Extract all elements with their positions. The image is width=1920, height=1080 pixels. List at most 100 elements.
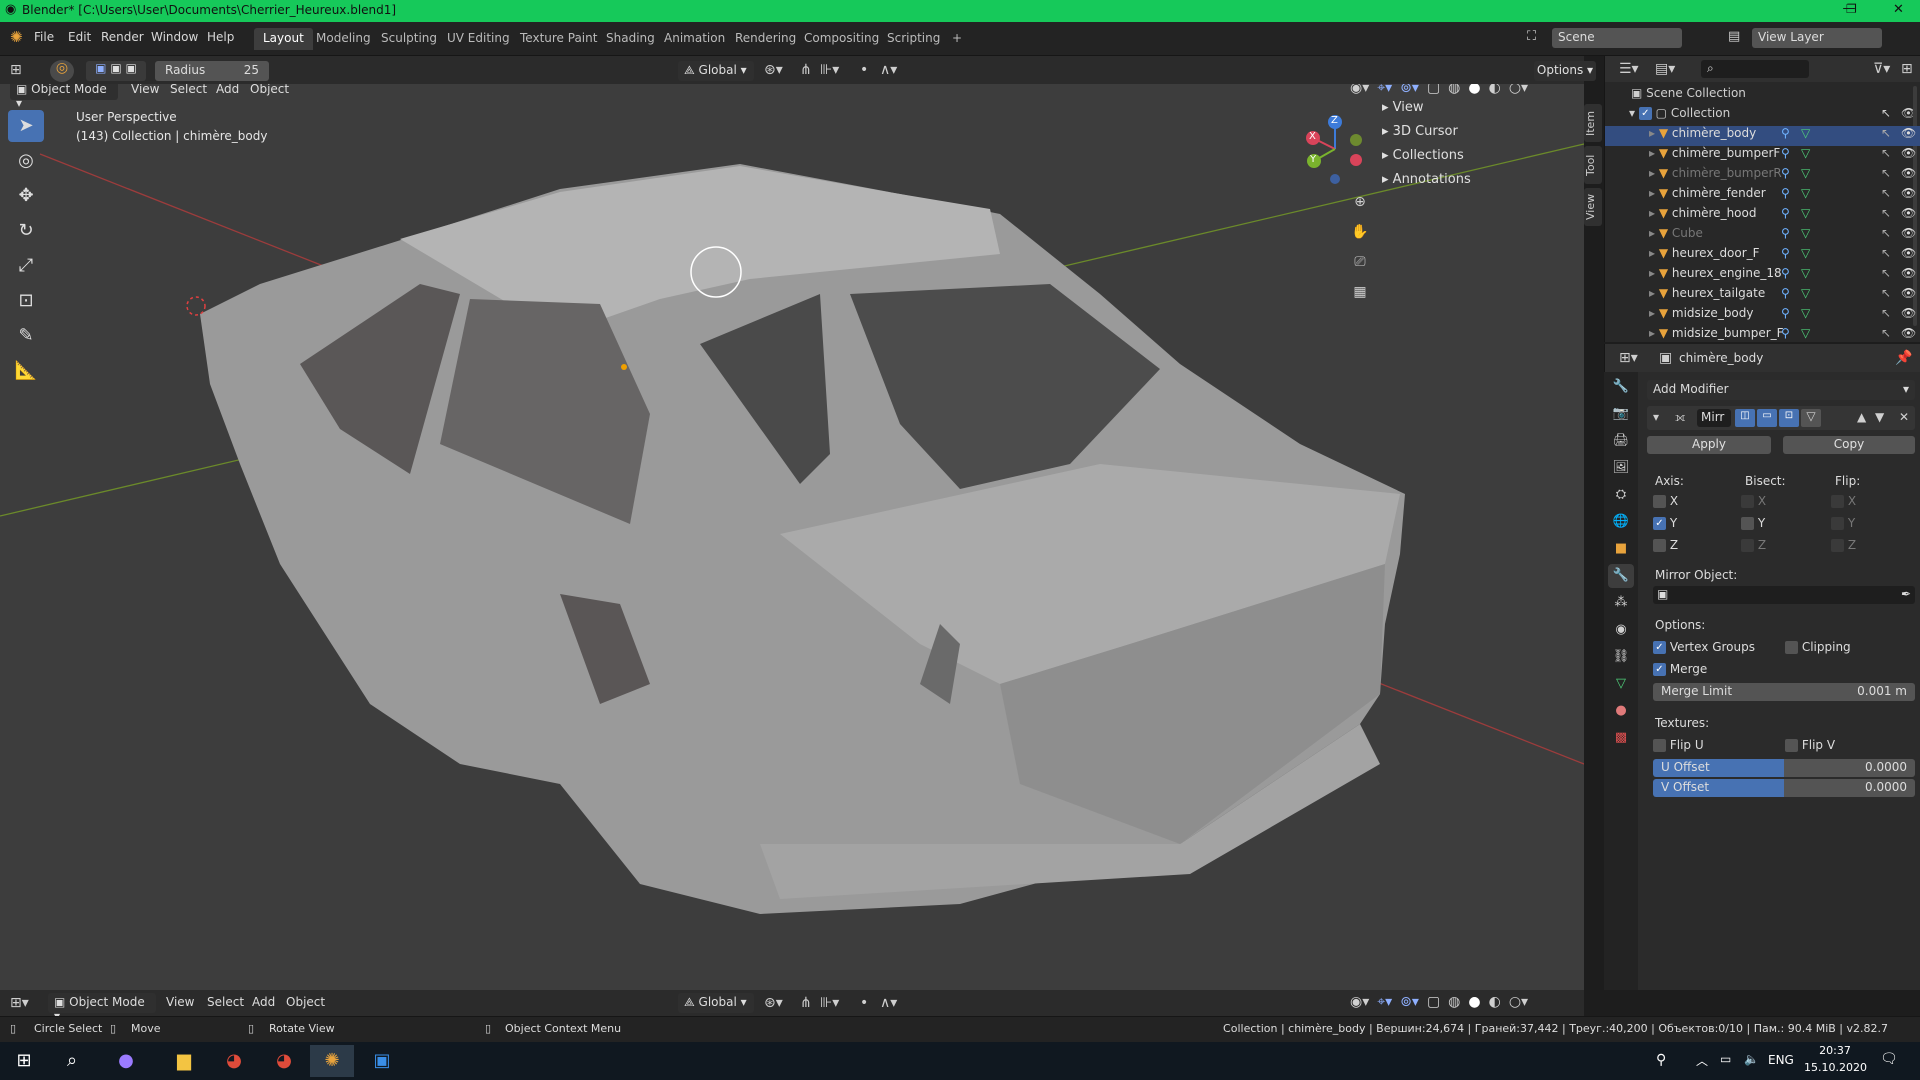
cage-toggle-icon[interactable]: ▽ (1801, 409, 1821, 427)
editmode-toggle-icon[interactable]: ◫ (1735, 409, 1755, 427)
wireframe-shading-icon[interactable]: ◍ (1448, 84, 1460, 100)
snap-icon[interactable]: ⋔ (800, 62, 812, 78)
tab-uv-editing[interactable]: UV Editing (438, 28, 519, 50)
bottom-overlay-icon[interactable]: ⊚▾ (1400, 994, 1419, 1014)
xray-icon[interactable]: ▢ (1427, 84, 1440, 100)
perspective-grid-icon[interactable]: ▦ (1347, 284, 1373, 314)
measure-tool-icon[interactable]: 📐 (8, 355, 44, 387)
collapse-icon[interactable]: ▾ (1653, 410, 1659, 424)
merge-checkbox[interactable]: ✓ (1653, 663, 1666, 676)
snap-target-icon[interactable]: ⊪▾ (820, 62, 839, 78)
outliner-object-row[interactable]: ▸ ▼ heurex_tailgate ⚲ ▽ ↖ 👁 (1605, 286, 1920, 306)
viewport-menu-add[interactable]: Add (216, 84, 239, 96)
viewport-menu-select[interactable]: Select (170, 84, 207, 96)
gizmo-icon[interactable]: ⌖▾ (1377, 84, 1392, 100)
material-tab-icon[interactable]: ● (1608, 699, 1634, 723)
menu-edit[interactable]: Edit (68, 30, 91, 44)
flip-v-row[interactable]: Flip V (1785, 738, 1835, 752)
rotate-tool-icon[interactable]: ↻ (8, 215, 44, 247)
modifier-name-field[interactable]: Mirr (1697, 409, 1731, 427)
annotate-tool-icon[interactable]: ✎ (8, 320, 44, 352)
bottom-material-icon[interactable]: ◐ (1489, 994, 1501, 1014)
move-down-icon[interactable]: ▼ (1875, 410, 1884, 424)
eye-icon[interactable]: 👁 (1901, 286, 1916, 300)
move-tool-icon[interactable]: ✥ (8, 180, 44, 212)
zoom-icon[interactable]: ⊕ (1347, 194, 1373, 224)
tab-tool[interactable]: Tool (1584, 146, 1602, 184)
modifier-tab-icon[interactable]: 🔧 (1608, 564, 1634, 588)
particles-tab-icon[interactable]: ⁂ (1608, 591, 1634, 615)
eye-icon[interactable]: 👁 (1901, 126, 1916, 140)
bottom-editor-type-icon[interactable]: ⊞▾ (10, 995, 29, 1011)
tab-item[interactable]: Item (1584, 104, 1602, 142)
select-arrow-icon[interactable]: ↖ (1881, 206, 1891, 220)
file-explorer-icon[interactable]: ▆ (162, 1045, 206, 1077)
view-layer-selector[interactable]: View Layer (1752, 28, 1882, 48)
rendered-shading-icon[interactable]: ○▾ (1509, 84, 1528, 100)
tab-sculpting[interactable]: Sculpting (372, 28, 446, 50)
transform-orientation-dropdown[interactable]: ⟁ Global ▾ (678, 61, 754, 81)
flip-x-row[interactable]: X (1831, 494, 1856, 508)
viewport-toggle-icon[interactable]: ▭ (1757, 409, 1777, 427)
merge-limit-field[interactable]: Merge Limit 0.001 m (1653, 683, 1915, 701)
photos-icon[interactable]: ▣ (360, 1045, 404, 1077)
clock-time[interactable]: 20:37 (1808, 1044, 1862, 1057)
falloff-icon[interactable]: ∧▾ (880, 62, 897, 78)
tab-animation[interactable]: Animation (655, 28, 734, 50)
scene-tab-icon[interactable]: ⛭ (1608, 483, 1634, 507)
texture-tab-icon[interactable]: ▩ (1608, 726, 1634, 750)
remove-modifier-icon[interactable]: ✕ (1899, 410, 1909, 424)
axis-x-row[interactable]: X (1653, 494, 1678, 508)
select-subtract-icon[interactable]: ▣ (126, 61, 137, 75)
u-offset-field[interactable]: U Offset 0.0000 (1653, 759, 1915, 777)
select-arrow-icon[interactable]: ↖ (1881, 306, 1891, 320)
taskbar-search-icon[interactable]: ⌕ (50, 1045, 94, 1077)
clipping-row[interactable]: Clipping (1785, 640, 1851, 654)
move-up-icon[interactable]: ▲ (1857, 410, 1866, 424)
outliner-object-row[interactable]: ▸ ▼ Cube ⚲ ▽ ↖ 👁 (1605, 226, 1920, 246)
select-new-icon[interactable]: ▣ (95, 61, 106, 75)
scale-tool-icon[interactable]: ⤢ (8, 250, 44, 282)
select-arrow-icon[interactable]: ↖ (1881, 266, 1891, 280)
select-arrow-icon[interactable]: ↖ (1881, 126, 1891, 140)
bottom-snap-icon[interactable]: ⋔ (800, 995, 812, 1011)
windows-start-icon[interactable]: ⊞ (2, 1045, 46, 1077)
world-tab-icon[interactable]: 🌐 (1608, 510, 1634, 534)
outliner-object-row[interactable]: ▸ ▼ chimère_fender ⚲ ▽ ↖ 👁 (1605, 186, 1920, 206)
axis-z-row[interactable]: Z (1653, 538, 1678, 552)
outliner-object-row[interactable]: ▸ ▼ midsize_bumper_F ⚲ ▽ ↖ 👁 (1605, 326, 1920, 346)
axis-y-row[interactable]: ✓ Y (1653, 516, 1677, 530)
blender-menu-icon[interactable]: ✺ (10, 28, 23, 46)
menu-window[interactable]: Window (151, 30, 198, 44)
collection-checkbox[interactable]: ✓ (1638, 107, 1652, 120)
bottom-solid-icon[interactable]: ● (1468, 994, 1480, 1014)
select-mode-buttons[interactable]: ▣ ▣ ▣ (86, 61, 146, 81)
bottom-xray-icon[interactable]: ▢ (1427, 994, 1440, 1014)
outliner-object-row[interactable]: ▸ ▼ chimère_bumperR ⚲ ▽ ↖ 👁 (1605, 166, 1920, 186)
flip-z-row[interactable]: Z (1831, 538, 1856, 552)
select-arrow-icon[interactable]: ↖ (1881, 146, 1891, 160)
copy-button[interactable]: Copy (1783, 436, 1915, 454)
bottom-wireframe-icon[interactable]: ◍ (1448, 994, 1460, 1014)
vertex-groups-checkbox[interactable]: ✓ (1653, 641, 1666, 654)
eye-icon[interactable]: 👁 (1901, 226, 1916, 240)
select-arrow-icon[interactable]: ↖ (1881, 246, 1891, 260)
axis-y-checkbox[interactable]: ✓ (1653, 517, 1666, 530)
axis-z-checkbox[interactable] (1653, 539, 1666, 552)
pin-icon[interactable]: 📌 (1895, 350, 1912, 366)
tool-tab-icon[interactable]: 🔧 (1608, 375, 1634, 399)
render-toggle-icon[interactable]: ⊡ (1779, 409, 1799, 427)
select-arrow-icon[interactable]: ↖ (1881, 186, 1891, 200)
select-tool-icon[interactable]: ➤ (8, 110, 44, 142)
people-icon[interactable]: ⚲ (1656, 1052, 1666, 1068)
display-mode-icon[interactable]: ▤▾ (1655, 61, 1675, 77)
bisect-x-row[interactable]: X (1741, 494, 1766, 508)
collection-select-icon[interactable]: ↖ (1881, 106, 1891, 120)
viewport-menu-object[interactable]: Object (250, 84, 289, 96)
outliner-scene-collection[interactable]: ▣ Scene Collection (1605, 86, 1920, 106)
clock-date[interactable]: 15.10.2020 (1804, 1061, 1867, 1074)
tab-modeling[interactable]: Modeling (307, 28, 380, 50)
object-mode-dropdown[interactable]: ▣ Object Mode ▾ (10, 84, 118, 110)
tray-chevron-icon[interactable]: ︿ (1696, 1052, 1708, 1069)
visibility-icon[interactable]: ◉▾ (1350, 84, 1369, 100)
